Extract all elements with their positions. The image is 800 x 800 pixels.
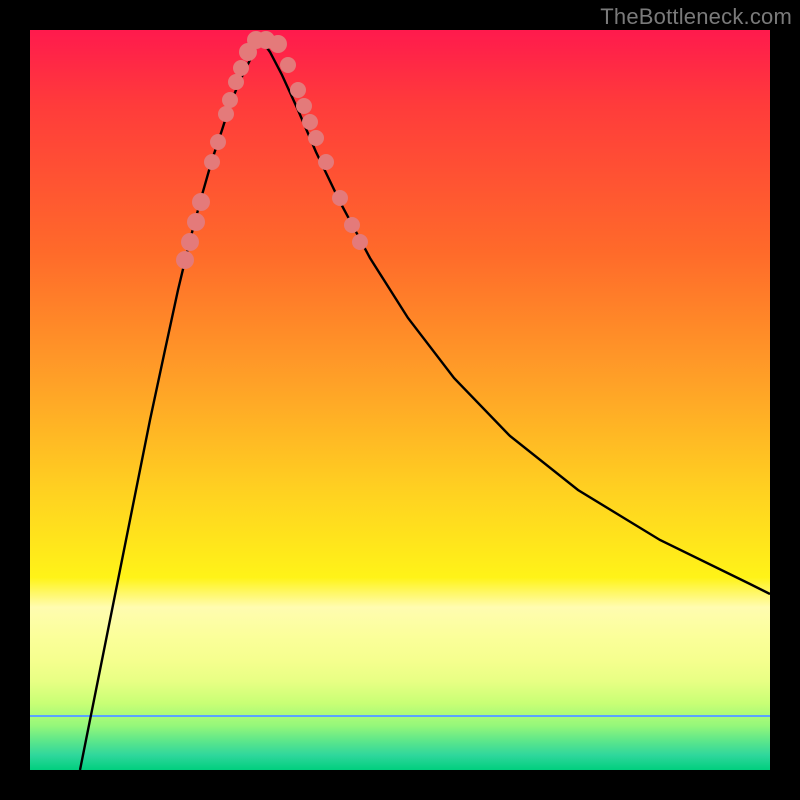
data-marker <box>352 234 368 250</box>
data-marker <box>332 190 348 206</box>
data-marker <box>233 60 249 76</box>
data-marker <box>296 98 312 114</box>
data-marker <box>318 154 334 170</box>
data-marker <box>218 106 234 122</box>
curve-svg <box>30 30 770 770</box>
data-marker <box>210 134 226 150</box>
chart-frame: TheBottleneck.com <box>0 0 800 800</box>
data-marker <box>181 233 199 251</box>
data-markers <box>176 31 368 269</box>
data-marker <box>269 35 287 53</box>
data-marker <box>192 193 210 211</box>
curve-left-branch <box>80 38 260 770</box>
data-marker <box>344 217 360 233</box>
data-marker <box>280 57 296 73</box>
data-marker <box>176 251 194 269</box>
plot-area <box>30 30 770 770</box>
curve-right-branch <box>260 38 770 594</box>
watermark-text: TheBottleneck.com <box>600 4 792 30</box>
data-marker <box>308 130 324 146</box>
data-marker <box>228 74 244 90</box>
data-marker <box>302 114 318 130</box>
data-marker <box>204 154 220 170</box>
data-marker <box>290 82 306 98</box>
data-marker <box>187 213 205 231</box>
data-marker <box>222 92 238 108</box>
